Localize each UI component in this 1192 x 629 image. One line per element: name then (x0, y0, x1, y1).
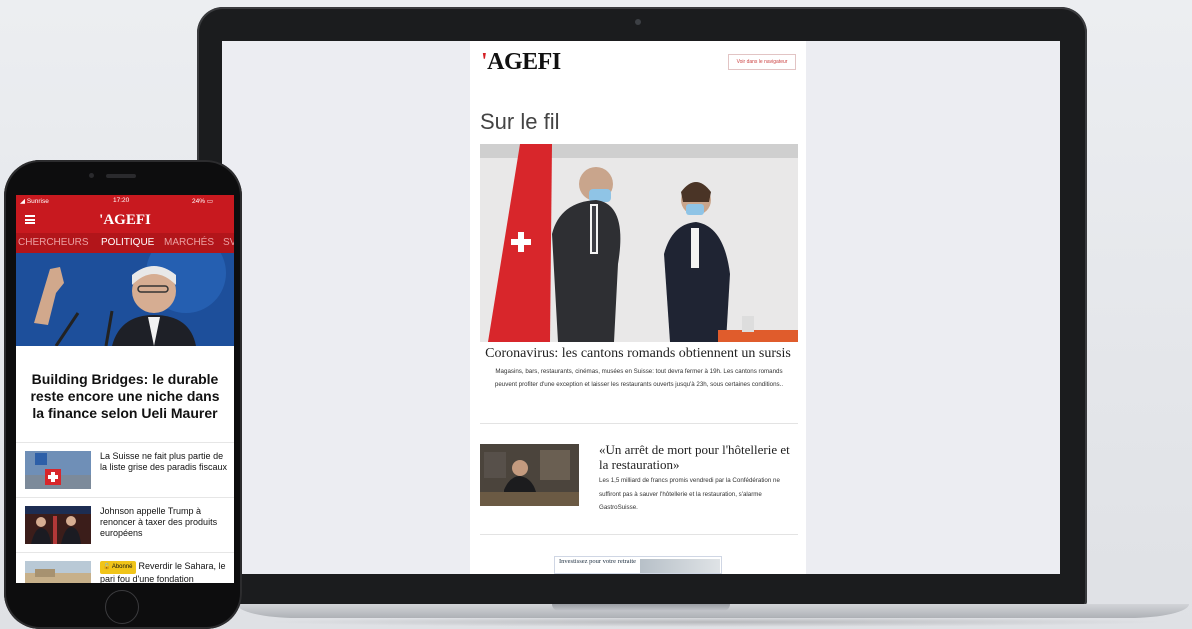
news-title: Johnson appelle Trump à renoncer à taxer… (100, 506, 218, 538)
view-in-browser-button[interactable]: Voir dans le navigateur (728, 54, 796, 70)
home-button[interactable] (105, 590, 139, 624)
tab-chercheurs[interactable]: CHERCHEURS (18, 237, 89, 248)
news-title: 🔒 Abonné Reverdir le Sahara, le pari fou … (100, 561, 226, 583)
headline-photo[interactable] (16, 253, 234, 346)
news-item[interactable]: 🔒 Abonné Reverdir le Sahara, le pari fou … (25, 561, 230, 583)
newsletter-column: 'AGEFI Voir dans le navigateur Sur le fi… (470, 41, 806, 574)
tab-politique[interactable]: POLITIQUE (101, 237, 154, 248)
laptop-screen: 'AGEFI Voir dans le navigateur Sur le fi… (222, 41, 1060, 574)
news-thumbnail (25, 561, 91, 583)
lead-story-summary: Magasins, bars, restaurants, cinémas, mu… (494, 368, 784, 388)
app-logo[interactable]: 'AGEFI (16, 212, 234, 229)
news-item[interactable]: La Suisse ne fait plus partie de la list… (25, 451, 230, 493)
divider (480, 423, 798, 424)
second-story-title[interactable]: «Un arrêt de mort pour l'hôtellerie et l… (599, 442, 799, 472)
clock: 17:20 (113, 197, 130, 204)
carrier-label: ◢ Sunrise (20, 198, 49, 205)
phone-camera (89, 173, 94, 178)
lead-story-photo[interactable] (480, 144, 798, 342)
second-story-summary: Les 1,5 milliard de francs promis vendre… (599, 477, 780, 511)
section-tabs: CHERCHEURS POLITIQUE MARCHÉS SV (16, 233, 234, 253)
headline-title[interactable]: Building Bridges: le durable reste encor… (26, 371, 224, 422)
tab-next[interactable]: SV (223, 237, 234, 248)
app-header: 'AGEFI (16, 208, 234, 233)
laptop-camera (635, 19, 641, 25)
signal-icon: ◢ (20, 198, 27, 205)
news-thumbnail (25, 451, 91, 489)
news-title: La Suisse ne fait plus partie de la list… (100, 451, 228, 472)
battery-icon: ▭ (205, 198, 213, 205)
phone-screen: ◢ Sunrise 17:20 24% ▭ 'AGEFI CHERCHEURS … (16, 195, 234, 583)
phone-speaker (106, 174, 136, 178)
news-thumbnail (25, 506, 91, 544)
tab-marches[interactable]: MARCHÉS (164, 237, 214, 248)
divider (16, 497, 234, 498)
second-story-photo[interactable] (480, 444, 579, 506)
status-bar: ◢ Sunrise 17:20 24% ▭ (16, 195, 234, 208)
divider (16, 552, 234, 553)
lead-story-title[interactable]: Coronavirus: les cantons romands obtienn… (470, 346, 806, 362)
newsletter-logo[interactable]: 'AGEFI (481, 49, 561, 76)
battery-label: 24% ▭ (192, 198, 213, 205)
laptop-notch (552, 604, 730, 611)
ad-text: Investissez pour votre retraite (559, 558, 637, 565)
subscriber-badge: 🔒 Abonné (100, 561, 136, 574)
ad-image (640, 559, 720, 573)
section-title: Sur le fil (480, 109, 560, 134)
lock-icon: 🔒 (103, 564, 112, 570)
laptop-shadow (260, 617, 1170, 627)
news-item[interactable]: Johnson appelle Trump à renoncer à taxer… (25, 506, 230, 548)
ad-banner[interactable]: Investissez pour votre retraite (554, 556, 722, 574)
divider (16, 442, 234, 443)
phone-frame: ◢ Sunrise 17:20 24% ▭ 'AGEFI CHERCHEURS … (4, 160, 242, 629)
divider (480, 534, 798, 535)
